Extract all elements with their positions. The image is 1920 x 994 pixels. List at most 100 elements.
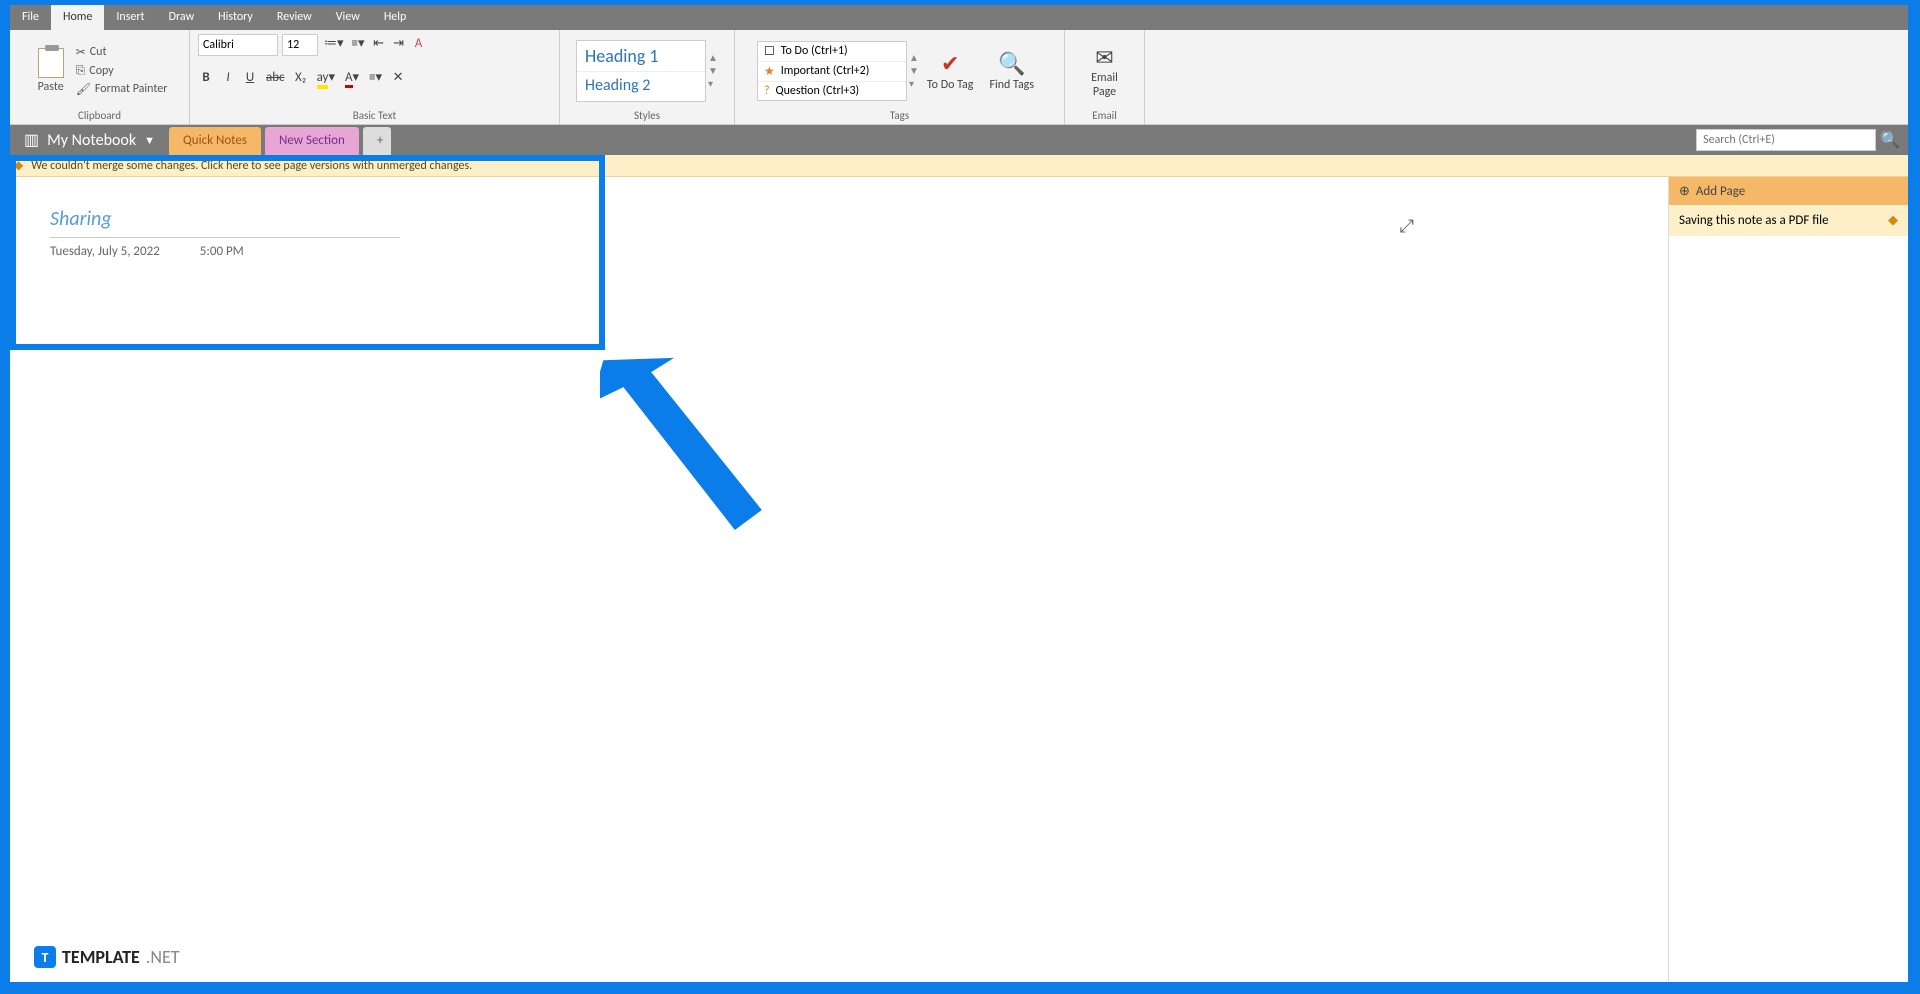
ribbon: Paste ✂ Cut ⎘Copy 🖌Format Painter Clipboa… — [10, 30, 1908, 125]
todo-tag-label: To Do Tag — [927, 79, 974, 92]
format-painter-button[interactable]: 🖌Format Painter — [76, 82, 168, 97]
delete-button[interactable]: ✕ — [390, 68, 406, 87]
ribbon-group-clipboard: Paste ✂ Cut ⎘Copy 🖌Format Painter Clipboa… — [10, 30, 190, 124]
email-group-label: Email — [1092, 107, 1116, 122]
paste-button[interactable]: Paste — [32, 44, 70, 98]
bullets-button[interactable]: ≔▾ — [322, 34, 346, 56]
tab-new-section[interactable]: New Section — [265, 127, 359, 157]
style-heading2[interactable]: Heading 2 — [577, 72, 705, 101]
menu-review[interactable]: Review — [265, 5, 324, 30]
paste-label: Paste — [38, 80, 64, 94]
menu-insert[interactable]: Insert — [104, 5, 156, 30]
underline-button[interactable]: U — [242, 68, 258, 87]
add-page-button[interactable]: ⊕ Add Page — [1669, 177, 1908, 205]
tags-down-icon[interactable]: ▼ — [909, 64, 919, 77]
question-icon: ? — [764, 84, 770, 98]
font-name-select[interactable] — [198, 34, 278, 56]
font-color-button[interactable]: A▾ — [343, 68, 361, 87]
find-tags-button[interactable]: 🔍 Find Tags — [981, 45, 1042, 96]
conflict-icon: ◆ — [1888, 213, 1898, 228]
menu-help[interactable]: Help — [372, 5, 419, 30]
tags-group-label: Tags — [890, 107, 909, 122]
highlight-button[interactable]: ay▾ — [315, 68, 337, 87]
tag-todo[interactable]: ☐ To Do (Ctrl+1) — [758, 42, 906, 62]
pages-panel: ⊕ Add Page Saving this note as a PDF fil… — [1668, 177, 1908, 982]
merge-warning-bar[interactable]: ◆ We couldn't merge some changes. Click … — [10, 155, 1908, 177]
styles-gallery[interactable]: Heading 1 Heading 2 — [576, 40, 706, 102]
tab-quick-notes[interactable]: Quick Notes — [169, 127, 261, 157]
email-page-label: Email Page — [1081, 72, 1128, 98]
todo-tag-button[interactable]: ✔ To Do Tag — [919, 45, 982, 96]
copy-icon: ⎘ — [76, 64, 86, 78]
logo-text: TEMPLATE — [62, 946, 140, 968]
tags-gallery[interactable]: ☐ To Do (Ctrl+1) ★Important (Ctrl+2) ? Que… — [757, 41, 907, 101]
page-date: Tuesday, July 5, 2022 — [50, 244, 160, 259]
find-tags-label: Find Tags — [989, 79, 1034, 92]
tags-more-icon[interactable]: ▾ — [909, 77, 919, 90]
page-canvas[interactable]: Sharing Tuesday, July 5, 2022 5:00 PM ⤢ — [10, 177, 1668, 982]
menu-draw[interactable]: Draw — [157, 5, 207, 30]
bold-button[interactable]: B — [198, 68, 214, 87]
styles-down-icon[interactable]: ▼ — [708, 64, 718, 77]
menu-bar: File Home Insert Draw History Review Vie… — [10, 5, 1908, 30]
checkbox-icon: ☐ — [764, 44, 775, 59]
merge-warning-text: We couldn't merge some changes. Click he… — [31, 159, 472, 173]
tag-question-label: Question (Ctrl+3) — [776, 84, 860, 98]
template-net-logo: T TEMPLATE.NET — [34, 946, 180, 968]
app-window: File Home Insert Draw History Review Vie… — [10, 5, 1908, 982]
tag-question[interactable]: ? Question (Ctrl+3) — [758, 82, 906, 100]
clipboard-group-label: Clipboard — [78, 107, 121, 122]
title-underline — [50, 237, 400, 238]
ribbon-group-email: ✉ Email Page Email — [1065, 30, 1145, 124]
ribbon-group-basic-text: ≔▾ ≡▾ ⇤ ⇥ A B I U abc X₂ ay▾ A▾ ≡▾ ✕ — [190, 30, 560, 124]
plus-circle-icon: ⊕ — [1679, 184, 1690, 199]
styles-group-label: Styles — [634, 107, 660, 122]
strikethrough-button[interactable]: abc — [264, 68, 287, 87]
expand-icon[interactable]: ⤢ — [1400, 215, 1414, 237]
scissors-icon: ✂ — [76, 45, 86, 60]
search-input[interactable] — [1696, 129, 1876, 151]
search-icon[interactable]: 🔍 — [1880, 130, 1900, 150]
align-button[interactable]: ≡▾ — [367, 68, 384, 87]
tags-up-icon[interactable]: ▲ — [909, 51, 919, 64]
page-title[interactable]: Sharing — [50, 207, 1628, 233]
subscript-button[interactable]: X₂ — [293, 68, 309, 87]
logo-icon: T — [34, 946, 56, 968]
styles-up-icon[interactable]: ▲ — [708, 51, 718, 64]
menu-home[interactable]: Home — [51, 5, 104, 30]
style-heading1[interactable]: Heading 1 — [577, 41, 705, 72]
menu-history[interactable]: History — [206, 5, 265, 30]
add-page-label: Add Page — [1696, 184, 1745, 199]
clear-format-button[interactable]: A — [411, 34, 427, 56]
page-entry-title: Saving this note as a PDF file — [1679, 213, 1829, 228]
copy-label: Copy — [89, 64, 113, 78]
cut-button[interactable]: ✂ Cut — [76, 45, 168, 60]
search-area: 🔍 — [1696, 125, 1908, 155]
paste-icon — [38, 48, 64, 78]
copy-button[interactable]: ⎘Copy — [76, 64, 168, 78]
cut-label: Cut — [90, 45, 107, 59]
notebook-name: My Notebook — [47, 131, 136, 150]
menu-view[interactable]: View — [324, 5, 372, 30]
page-list-item[interactable]: Saving this note as a PDF file ◆ — [1669, 205, 1908, 236]
outdent-button[interactable]: ⇤ — [371, 34, 387, 56]
section-tabs-bar: ▥ My Notebook ▼ Quick Notes New Section … — [10, 125, 1908, 155]
warning-icon: ◆ — [14, 158, 23, 173]
font-size-select[interactable] — [282, 34, 318, 56]
numbering-button[interactable]: ≡▾ — [350, 34, 367, 56]
format-painter-label: Format Painter — [95, 82, 168, 96]
indent-button[interactable]: ⇥ — [391, 34, 407, 56]
menu-file[interactable]: File — [10, 5, 51, 30]
annotation-arrow — [600, 350, 800, 570]
star-icon: ★ — [764, 64, 775, 79]
page-datetime: Tuesday, July 5, 2022 5:00 PM — [50, 244, 1628, 259]
tag-todo-label: To Do (Ctrl+1) — [781, 44, 848, 58]
ribbon-group-styles: Heading 1 Heading 2 ▲ ▼ ▾ Styles — [560, 30, 735, 124]
notebook-selector[interactable]: ▥ My Notebook ▼ — [10, 125, 169, 155]
email-page-button[interactable]: ✉ Email Page — [1073, 38, 1136, 102]
add-section-button[interactable]: + — [363, 127, 391, 157]
tag-important[interactable]: ★Important (Ctrl+2) — [758, 62, 906, 82]
chevron-down-icon: ▼ — [144, 134, 155, 147]
italic-button[interactable]: I — [220, 68, 236, 87]
styles-more-icon[interactable]: ▾ — [708, 77, 718, 90]
